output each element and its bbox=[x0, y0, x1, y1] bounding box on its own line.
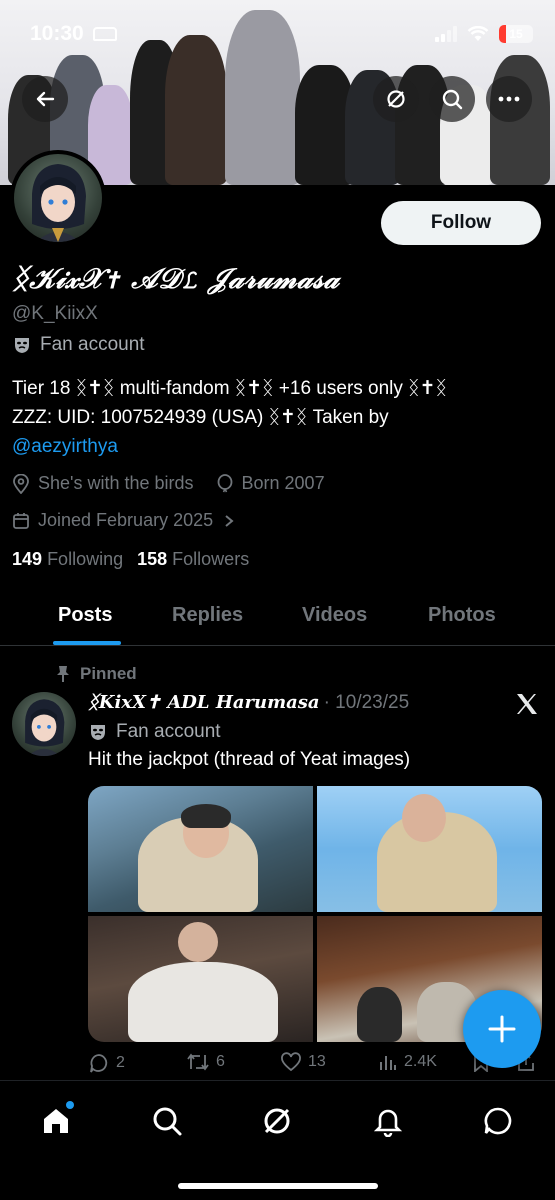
plus-icon bbox=[488, 1015, 516, 1043]
tab-posts[interactable]: Posts bbox=[58, 604, 112, 627]
nav-grok[interactable] bbox=[257, 1101, 297, 1141]
following-link[interactable]: 149 Following bbox=[12, 549, 123, 570]
joined-text: Joined February 2025 bbox=[38, 510, 214, 530]
views-count: 2.4K bbox=[404, 1053, 437, 1070]
post-avatar[interactable] bbox=[12, 692, 76, 756]
reply-count: 2 bbox=[116, 1054, 125, 1071]
grok-icon bbox=[387, 90, 405, 108]
follow-button[interactable]: Follow bbox=[381, 201, 541, 245]
location-icon bbox=[13, 473, 29, 494]
status-bar: 10:30 15 bbox=[0, 0, 555, 68]
pin-icon bbox=[57, 666, 69, 682]
notifications-icon bbox=[373, 1109, 403, 1137]
post-image-2[interactable] bbox=[317, 786, 542, 912]
search-button[interactable] bbox=[429, 76, 475, 122]
nav-messages[interactable] bbox=[478, 1101, 518, 1141]
followers-link[interactable]: 158 Followers bbox=[137, 549, 249, 570]
chevron-right-icon bbox=[225, 514, 234, 527]
arrow-left-icon bbox=[36, 91, 55, 107]
profile-tabs: Posts Replies Videos Photos bbox=[0, 588, 555, 646]
birth-text: Born 2007 bbox=[241, 473, 325, 493]
more-icon bbox=[498, 96, 520, 102]
home-indicator bbox=[178, 1183, 378, 1189]
battery-icon: 15 bbox=[499, 25, 533, 43]
mask-icon bbox=[15, 338, 29, 353]
post-image-3[interactable] bbox=[88, 916, 313, 1042]
more-button[interactable] bbox=[486, 76, 532, 122]
post-header: ᛝKixX✝ ADL Harumasa · 10/23/25 bbox=[88, 692, 409, 714]
bottom-nav bbox=[0, 1080, 555, 1200]
x-logo-icon[interactable] bbox=[515, 692, 539, 716]
home-icon bbox=[44, 1109, 68, 1133]
calendar-icon bbox=[13, 512, 29, 529]
post-text: Hit the jackpot (thread of Yeat images) bbox=[88, 749, 411, 770]
notification-dot bbox=[66, 1101, 74, 1109]
grok-icon bbox=[264, 1108, 290, 1134]
profile-label: Fan account bbox=[12, 334, 145, 356]
tab-videos[interactable]: Videos bbox=[302, 604, 367, 627]
profile-label-text: Fan account bbox=[40, 334, 145, 355]
reply-icon bbox=[90, 1054, 108, 1073]
bio-line-2: ZZZ: UID: 1007524939 (USA) ᛝ✝ᛝ Taken by bbox=[12, 407, 389, 428]
profile-stats: 149 Following 158 Followers bbox=[12, 549, 249, 570]
post-date[interactable]: · 10/23/25 bbox=[324, 692, 410, 714]
status-indicators: 15 bbox=[435, 25, 533, 43]
search-icon bbox=[153, 1107, 182, 1136]
tab-photos[interactable]: Photos bbox=[428, 604, 496, 627]
bio-line-1: Tier 18 ᛝ✝ᛝ multi-fandom ᛝ✝ᛝ +16 users o… bbox=[12, 378, 447, 399]
profile-display-name: ᛝ𝒦𝒾𝓍𝒳✝ 𝒜𝒟ℒ 𝒥𝒶𝓇𝓊𝓂𝒶𝓈𝒶 bbox=[12, 262, 340, 295]
messages-icon bbox=[484, 1107, 512, 1135]
nav-notifications[interactable] bbox=[368, 1101, 408, 1141]
search-icon bbox=[442, 89, 463, 110]
profile-bio: Tier 18 ᛝ✝ᛝ multi-fandom ᛝ✝ᛝ +16 users o… bbox=[12, 374, 542, 461]
tab-replies[interactable]: Replies bbox=[172, 604, 243, 627]
signal-icon bbox=[435, 26, 457, 42]
grok-button[interactable] bbox=[373, 76, 419, 122]
balloon-icon bbox=[217, 473, 232, 492]
pinned-label: Pinned bbox=[80, 664, 137, 683]
views-icon bbox=[380, 1056, 396, 1070]
heart-icon bbox=[281, 1052, 301, 1072]
pinned-indicator: Pinned bbox=[56, 664, 137, 684]
post-image-1[interactable] bbox=[88, 786, 313, 912]
like-button[interactable]: 13 bbox=[280, 1052, 326, 1072]
wifi-icon bbox=[467, 26, 489, 41]
mask-icon bbox=[91, 725, 105, 740]
active-tab-indicator bbox=[53, 641, 121, 645]
repost-icon bbox=[187, 1053, 209, 1071]
like-count: 13 bbox=[308, 1053, 326, 1070]
repost-button[interactable]: 6 bbox=[186, 1052, 225, 1072]
bio-mention-link[interactable]: @aezyirthya bbox=[12, 436, 118, 457]
reply-button[interactable]: 2 bbox=[88, 1052, 125, 1074]
profile-meta-location: She's with the birds Born 2007 bbox=[12, 473, 325, 494]
nav-search[interactable] bbox=[147, 1101, 187, 1141]
post-label: Fan account bbox=[88, 721, 221, 743]
location-text: She's with the birds bbox=[38, 473, 194, 493]
status-time: 10:30 bbox=[30, 22, 84, 45]
post-author-name[interactable]: ᛝKixX✝ ADL Harumasa bbox=[88, 692, 320, 713]
nav-home[interactable] bbox=[36, 1101, 76, 1141]
post-label-text: Fan account bbox=[116, 721, 221, 742]
back-button[interactable] bbox=[22, 76, 68, 122]
compose-button[interactable] bbox=[463, 990, 541, 1068]
views-button[interactable]: 2.4K bbox=[378, 1052, 437, 1072]
repost-count: 6 bbox=[216, 1053, 225, 1070]
car-icon bbox=[93, 27, 117, 41]
profile-handle: @K_KiixX bbox=[12, 303, 98, 324]
profile-meta-joined[interactable]: Joined February 2025 bbox=[12, 510, 235, 531]
profile-avatar[interactable] bbox=[10, 150, 106, 246]
